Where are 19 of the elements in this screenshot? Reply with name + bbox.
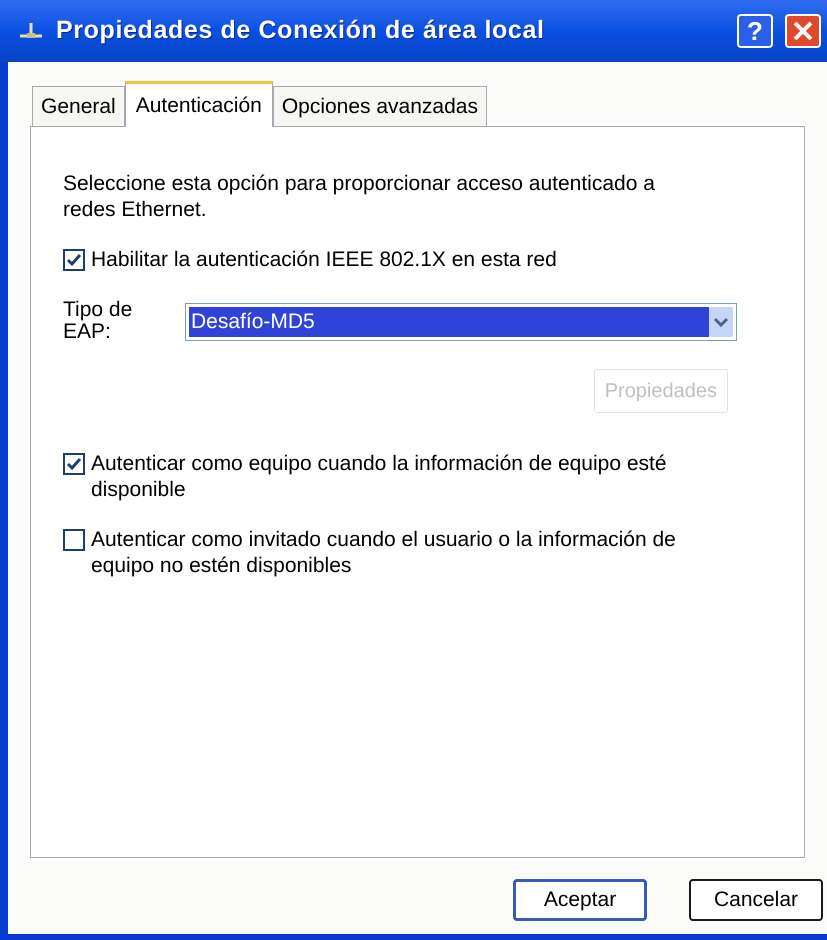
window-title: Propiedades de Conexión de área local [56,15,546,46]
eap-type-label: Tipo de EAP: [63,299,134,343]
checkbox-label: Autenticar como equipo cuando la información de equipo esté disponible [91,451,668,503]
checkbox[interactable] [63,529,85,551]
close-icon[interactable] [792,20,814,42]
checkbox[interactable] [63,453,85,475]
help-button[interactable]: ? [737,14,773,48]
tab[interactable]: Autenticación [124,81,273,127]
checkbox[interactable] [63,249,85,271]
network-icon [18,21,44,41]
tab[interactable]: Opciones avanzadas [272,86,487,126]
checkbox-label: Habilitar la autenticación IEEE 802.1X en esta red [91,247,558,273]
close-button[interactable] [785,14,821,48]
checkbox-label: Autenticar como invitado cuando el usuario o la información de equipo no estén disponibles [91,527,677,579]
dialog-button[interactable]: Cancelar [689,879,823,921]
dialog-button[interactable]: Aceptar [513,879,647,921]
eap-type-dropdown[interactable]: Desafío-MD5 [185,303,737,341]
tab[interactable]: General [32,86,125,126]
description-text: Seleccione esta opción para proporcionar acceso autenticado a redes Ethernet. [63,171,656,223]
